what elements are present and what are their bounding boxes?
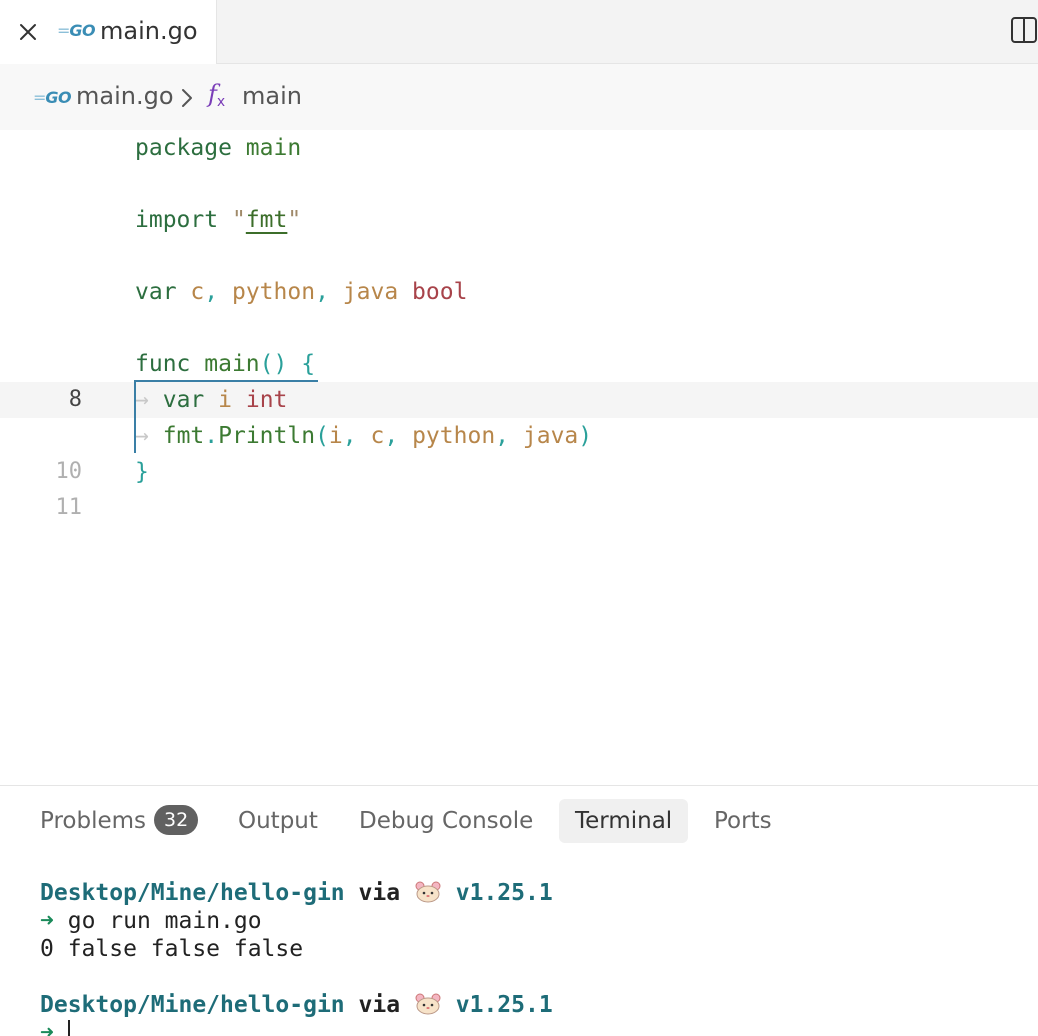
code-line: → fmt.Println(i, c, python, java) xyxy=(0,418,1038,454)
code-editor[interactable]: package main import "fmt" var c, python,… xyxy=(0,130,1038,785)
line-number: 8 xyxy=(68,387,82,412)
line-code: var c, python, java bool xyxy=(135,279,468,305)
editor-tab-bar: =GO main.go xyxy=(0,0,1038,64)
tab-label: Problems xyxy=(40,808,147,834)
terminal-output[interactable]: Desktop/Mine/hello-gin via v1.25.1 ➜ go … xyxy=(40,879,553,1036)
tab-main-go[interactable]: =GO main.go xyxy=(0,0,217,64)
line-number: 11 xyxy=(55,495,83,520)
problems-count-badge: 32 xyxy=(154,805,199,835)
code-line: func main() { xyxy=(0,346,1038,382)
code-line: package main xyxy=(0,130,1038,166)
tab-debug-console[interactable]: Debug Console xyxy=(343,799,549,843)
line-code: package main xyxy=(135,135,302,161)
tab-ports[interactable]: Ports xyxy=(698,799,788,843)
go-gopher-icon xyxy=(415,993,441,1015)
tab-label: Debug Console xyxy=(359,808,534,834)
breadcrumb-function[interactable]: main xyxy=(242,82,302,110)
split-editor-icon[interactable] xyxy=(1010,16,1038,44)
close-icon[interactable] xyxy=(16,20,40,44)
line-code: → fmt.Println(i, c, python, java) xyxy=(135,423,593,449)
code-line: import "fmt" xyxy=(0,202,1038,238)
code-line: 11 xyxy=(0,490,1038,526)
bracket-scope-guide xyxy=(134,381,136,453)
vscode-window: =GO main.go =GO main.go fx main package … xyxy=(0,0,1038,1036)
tab-terminal[interactable]: Terminal xyxy=(559,799,689,843)
terminal-cursor xyxy=(67,1020,70,1036)
function-icon: fx xyxy=(208,80,226,110)
code-line-current: 8 → var i int xyxy=(0,382,1038,418)
bottom-panel: Problems 32 Output Debug Console Terminal… xyxy=(0,785,1038,1036)
chevron-right-icon xyxy=(182,89,192,107)
go-file-icon: =GO xyxy=(57,21,96,40)
line-code: } xyxy=(135,459,149,485)
tab-label: Output xyxy=(238,808,318,834)
line-code: → var i int xyxy=(135,387,288,413)
tab-output[interactable]: Output xyxy=(222,799,334,843)
tab-label: Terminal xyxy=(575,808,673,834)
go-gopher-icon xyxy=(415,881,441,903)
line-code: import "fmt" xyxy=(135,207,302,233)
code-line: var c, python, java bool xyxy=(0,274,1038,310)
code-line: 10 } xyxy=(0,454,1038,490)
tab-label: Ports xyxy=(714,808,772,834)
breadcrumb-file[interactable]: main.go xyxy=(76,82,174,110)
tab-label: main.go xyxy=(100,17,198,45)
line-number: 10 xyxy=(55,459,83,484)
tab-problems[interactable]: Problems 32 xyxy=(24,799,214,843)
bracket-scope-guide xyxy=(134,380,318,382)
line-code: func main() { xyxy=(135,351,316,377)
breadcrumb: =GO main.go fx main xyxy=(0,64,1038,130)
go-file-icon: =GO xyxy=(33,88,72,107)
